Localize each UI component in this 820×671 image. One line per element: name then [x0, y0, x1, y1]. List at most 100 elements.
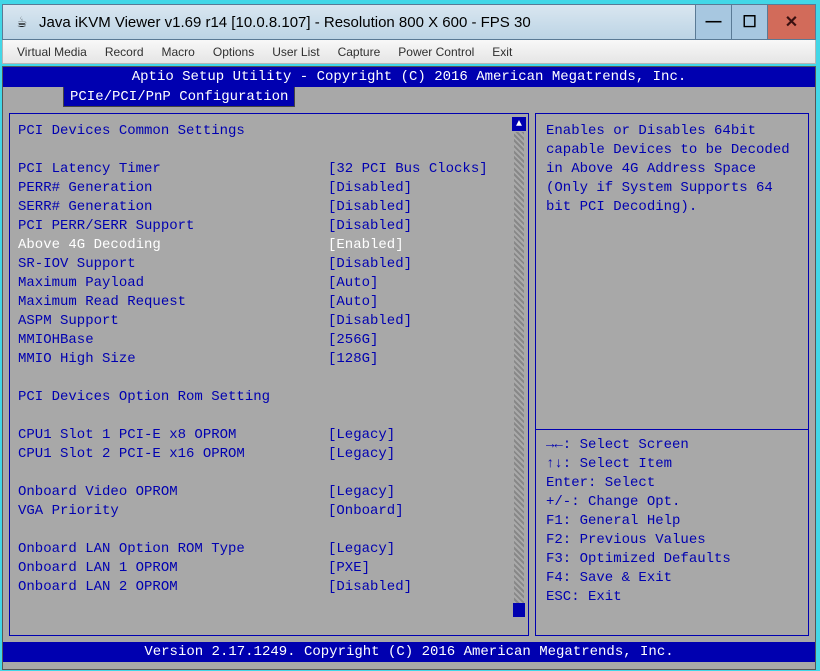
setting-label: Onboard LAN Option ROM Type	[18, 540, 328, 559]
section-oprom: PCI Devices Option Rom Setting	[18, 388, 514, 407]
window-maximize-button[interactable]: ☐	[731, 5, 767, 39]
setting-label: ASPM Support	[18, 312, 328, 331]
setting-row[interactable]: Maximum Payload[Auto]	[18, 274, 514, 293]
setting-label: SR-IOV Support	[18, 255, 328, 274]
setting-value: [Disabled]	[328, 578, 412, 597]
key-hint: Enter: Select	[546, 474, 798, 493]
bios-body: ▲ PCI Devices Common Settings PCI Latenc…	[3, 107, 815, 642]
setting-value: [128G]	[328, 350, 378, 369]
setting-row[interactable]: SR-IOV Support[Disabled]	[18, 255, 514, 274]
setting-label: Maximum Payload	[18, 274, 328, 293]
setting-value: [Disabled]	[328, 198, 412, 217]
setting-label: CPU1 Slot 2 PCI-E x16 OPROM	[18, 445, 328, 464]
window-title: Java iKVM Viewer v1.69 r14 [10.0.8.107] …	[39, 14, 695, 31]
setting-row[interactable]: Onboard LAN 2 OPROM[Disabled]	[18, 578, 514, 597]
setting-label: Maximum Read Request	[18, 293, 328, 312]
menu-record[interactable]: Record	[105, 45, 144, 59]
setting-value: [32 PCI Bus Clocks]	[328, 160, 488, 179]
blank	[18, 464, 514, 483]
setting-label: PCI PERR/SERR Support	[18, 217, 328, 236]
window-minimize-button[interactable]: —	[695, 5, 731, 39]
setting-label: Above 4G Decoding	[18, 236, 328, 255]
key-hint: →←: Select Screen	[546, 436, 798, 455]
setting-value: [Legacy]	[328, 540, 395, 559]
bios-right-panel: Enables or Disables 64bit capable Device…	[535, 113, 809, 636]
setting-value: [Auto]	[328, 293, 378, 312]
setting-row[interactable]: PCI Latency Timer[32 PCI Bus Clocks]	[18, 160, 514, 179]
scroll-up-icon[interactable]: ▲	[512, 117, 526, 131]
setting-value: [Disabled]	[328, 255, 412, 274]
key-legend: →←: Select Screen ↑↓: Select Item Enter:…	[546, 436, 798, 607]
bios-tab-row: PCIe/PCI/PnP Configuration	[3, 87, 815, 107]
setting-row[interactable]: MMIOHBase[256G]	[18, 331, 514, 350]
setting-label: Onboard LAN 2 OPROM	[18, 578, 328, 597]
spacer	[546, 607, 798, 627]
setting-label: MMIO High Size	[18, 350, 328, 369]
window-buttons: — ☐ ✕	[695, 5, 815, 39]
setting-value: [Onboard]	[328, 502, 404, 521]
setting-label: VGA Priority	[18, 502, 328, 521]
key-hint: F3: Optimized Defaults	[546, 550, 798, 569]
setting-row[interactable]: SERR# Generation[Disabled]	[18, 198, 514, 217]
setting-row[interactable]: VGA Priority[Onboard]	[18, 502, 514, 521]
java-icon: ☕	[13, 11, 31, 33]
blank	[18, 521, 514, 540]
setting-row[interactable]: Maximum Read Request[Auto]	[18, 293, 514, 312]
setting-row[interactable]: PERR# Generation[Disabled]	[18, 179, 514, 198]
key-hint: ESC: Exit	[546, 588, 798, 607]
blank	[18, 369, 514, 388]
setting-value: [Legacy]	[328, 426, 395, 445]
app-outer: ☕ Java iKVM Viewer v1.69 r14 [10.0.8.107…	[0, 0, 820, 671]
setting-value: [Auto]	[328, 274, 378, 293]
setting-row[interactable]: MMIO High Size[128G]	[18, 350, 514, 369]
setting-value: [Disabled]	[328, 179, 412, 198]
setting-label: PCI Latency Timer	[18, 160, 328, 179]
key-hint: +/-: Change Opt.	[546, 493, 798, 512]
menu-power-control[interactable]: Power Control	[398, 45, 474, 59]
key-hint: F2: Previous Values	[546, 531, 798, 550]
spacer	[546, 217, 798, 423]
setting-value: [Disabled]	[328, 312, 412, 331]
bios-tab-active[interactable]: PCIe/PCI/PnP Configuration	[63, 87, 295, 107]
setting-label: MMIOHBase	[18, 331, 328, 350]
setting-row[interactable]: CPU1 Slot 1 PCI-E x8 OPROM[Legacy]	[18, 426, 514, 445]
help-text: Enables or Disables 64bit capable Device…	[546, 122, 798, 217]
setting-value: [PXE]	[328, 559, 370, 578]
setting-row[interactable]: PCI PERR/SERR Support[Disabled]	[18, 217, 514, 236]
section-common: PCI Devices Common Settings	[18, 122, 514, 141]
menu-macro[interactable]: Macro	[162, 45, 195, 59]
menu-options[interactable]: Options	[213, 45, 254, 59]
setting-row[interactable]: Onboard Video OPROM[Legacy]	[18, 483, 514, 502]
setting-value: [256G]	[328, 331, 378, 350]
setting-row[interactable]: ASPM Support[Disabled]	[18, 312, 514, 331]
bios-footer: Version 2.17.1249. Copyright (C) 2016 Am…	[3, 642, 815, 662]
setting-row-selected[interactable]: Above 4G Decoding[Enabled]	[18, 236, 514, 255]
window-titlebar: ☕ Java iKVM Viewer v1.69 r14 [10.0.8.107…	[2, 4, 816, 40]
setting-label: SERR# Generation	[18, 198, 328, 217]
menu-exit[interactable]: Exit	[492, 45, 512, 59]
menubar: Virtual Media Record Macro Options User …	[2, 40, 816, 64]
setting-label: PERR# Generation	[18, 179, 328, 198]
key-hint: ↑↓: Select Item	[546, 455, 798, 474]
key-hint: F1: General Help	[546, 512, 798, 531]
blank	[18, 141, 514, 160]
scrollbar-thumb[interactable]	[513, 603, 525, 617]
window-close-button[interactable]: ✕	[767, 5, 815, 39]
key-hint: F4: Save & Exit	[546, 569, 798, 588]
bios-screen: Aptio Setup Utility - Copyright (C) 2016…	[2, 66, 816, 670]
setting-value: [Disabled]	[328, 217, 412, 236]
menu-virtual-media[interactable]: Virtual Media	[17, 45, 87, 59]
scrollbar-track[interactable]	[514, 132, 524, 617]
bios-left-panel: ▲ PCI Devices Common Settings PCI Latenc…	[9, 113, 529, 636]
blank	[18, 407, 514, 426]
menu-user-list[interactable]: User List	[272, 45, 319, 59]
setting-row[interactable]: Onboard LAN 1 OPROM[PXE]	[18, 559, 514, 578]
setting-label: Onboard Video OPROM	[18, 483, 328, 502]
setting-row[interactable]: Onboard LAN Option ROM Type[Legacy]	[18, 540, 514, 559]
setting-value: [Legacy]	[328, 483, 395, 502]
setting-label: Onboard LAN 1 OPROM	[18, 559, 328, 578]
menu-capture[interactable]: Capture	[338, 45, 381, 59]
setting-value: [Enabled]	[328, 236, 404, 255]
setting-row[interactable]: CPU1 Slot 2 PCI-E x16 OPROM[Legacy]	[18, 445, 514, 464]
setting-value: [Legacy]	[328, 445, 395, 464]
